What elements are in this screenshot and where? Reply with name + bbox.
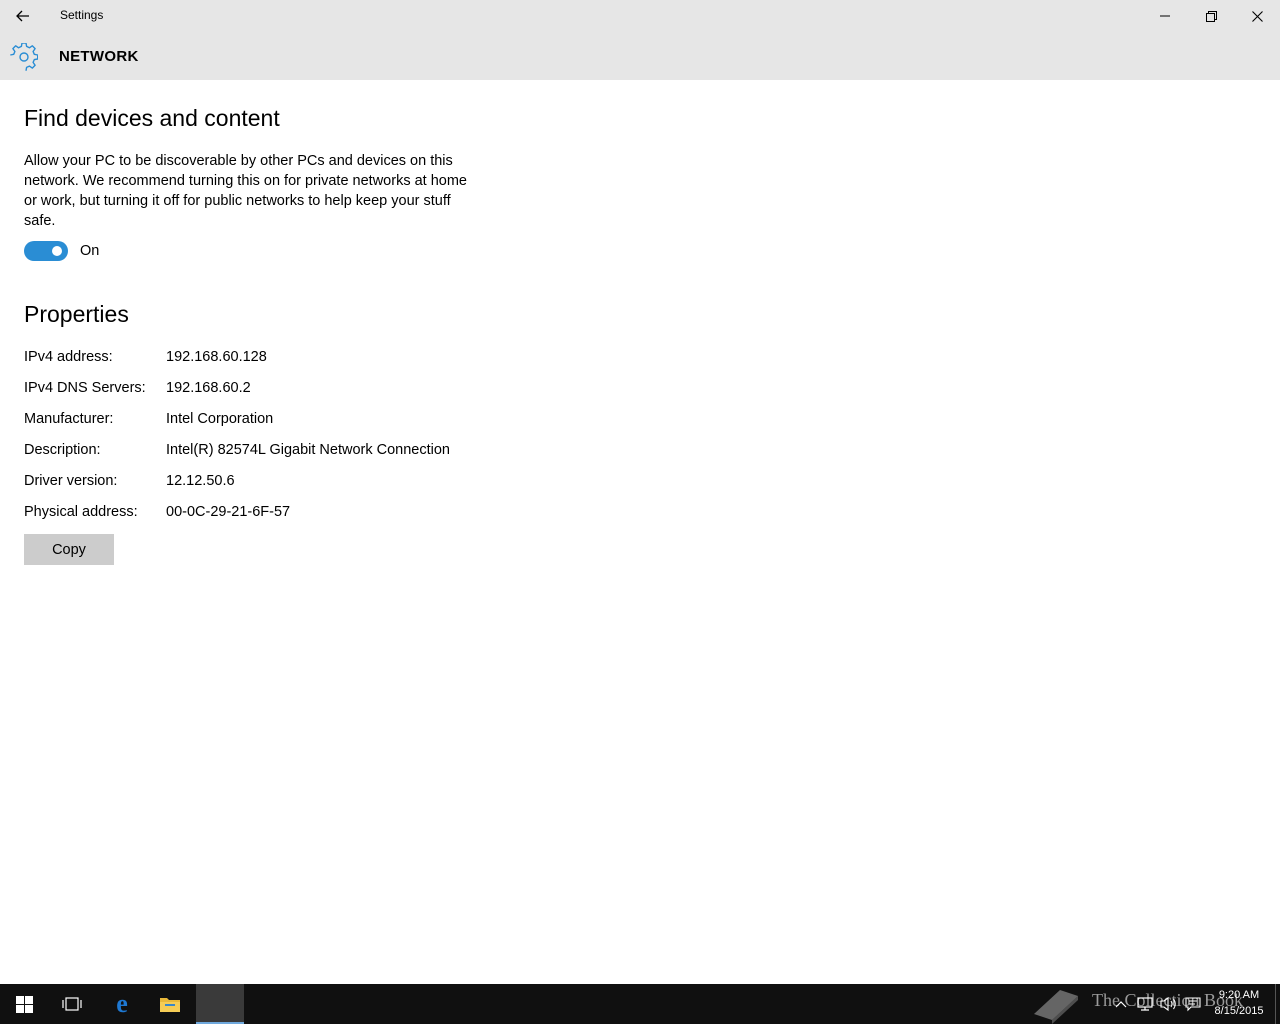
- property-label-description: Description:: [24, 442, 101, 458]
- properties-heading: Properties: [24, 301, 129, 327]
- file-explorer-icon: [160, 998, 180, 1012]
- minimize-icon: [1160, 15, 1170, 17]
- settings-app-button[interactable]: [196, 984, 244, 1024]
- property-value-driver: 12.12.50.6: [166, 473, 235, 489]
- action-center-button[interactable]: [1184, 994, 1202, 1014]
- svg-text:e: e: [116, 992, 128, 1016]
- property-label-manufacturer: Manufacturer:: [24, 411, 114, 427]
- restore-icon: [1205, 10, 1217, 22]
- show-hidden-icons-button[interactable]: [1112, 994, 1130, 1014]
- task-view-button[interactable]: [48, 984, 96, 1024]
- window-title: Settings: [60, 8, 104, 22]
- gear-icon: [10, 43, 38, 71]
- network-tray-button[interactable]: [1136, 994, 1154, 1014]
- task-view-icon: [62, 997, 82, 1011]
- book-logo-icon: [1034, 990, 1078, 1024]
- property-value-description: Intel(R) 82574L Gigabit Network Connecti…: [166, 442, 450, 458]
- taskbar-clock[interactable]: 9:20 AM 8/15/2015: [1210, 987, 1268, 1019]
- volume-icon: [1160, 996, 1176, 1012]
- clock-time: 9:20 AM: [1218, 989, 1260, 1001]
- taskbar: e The Collection Book 9:20 AM 8/15/2015: [0, 984, 1280, 1024]
- copy-button[interactable]: Copy: [24, 534, 114, 565]
- property-label-dns: IPv4 DNS Servers:: [24, 380, 146, 396]
- property-label-driver: Driver version:: [24, 473, 118, 489]
- property-value-dns: 192.168.60.2: [166, 380, 251, 396]
- start-button[interactable]: [0, 984, 48, 1024]
- page-header: NETWORK: [0, 32, 1280, 80]
- edge-button[interactable]: e: [98, 984, 146, 1024]
- find-devices-heading: Find devices and content: [24, 105, 280, 131]
- close-button[interactable]: [1234, 0, 1280, 32]
- show-desktop-button[interactable]: [1275, 984, 1276, 1024]
- title-bar: Settings: [0, 0, 1280, 32]
- back-arrow-icon: [16, 10, 29, 22]
- clock-date: 8/15/2015: [1214, 1005, 1264, 1017]
- property-value-manufacturer: Intel Corporation: [166, 411, 274, 427]
- find-devices-description: Allow your PC to be discoverable by othe…: [24, 153, 467, 229]
- toggle-knob: [52, 246, 62, 256]
- back-button[interactable]: [0, 0, 46, 32]
- close-icon: [1251, 10, 1263, 22]
- discoverable-toggle[interactable]: [24, 241, 68, 261]
- action-center-icon: [1185, 997, 1201, 1012]
- property-value-ipv4: 192.168.60.128: [166, 349, 267, 365]
- start-icon: [15, 995, 33, 1013]
- chevron-up-icon: [1115, 1001, 1127, 1008]
- restore-button[interactable]: [1188, 0, 1234, 32]
- network-icon: [1137, 997, 1153, 1011]
- property-value-physical: 00-0C-29-21-6F-57: [166, 504, 291, 520]
- volume-tray-button[interactable]: [1160, 994, 1178, 1014]
- page-title: NETWORK: [59, 48, 139, 65]
- minimize-button[interactable]: [1142, 0, 1188, 32]
- property-label-physical: Physical address:: [24, 504, 138, 520]
- property-label-ipv4: IPv4 address:: [24, 349, 113, 365]
- toggle-state-label: On: [80, 243, 100, 259]
- edge-icon: e: [116, 992, 128, 1016]
- file-explorer-button[interactable]: [146, 984, 194, 1024]
